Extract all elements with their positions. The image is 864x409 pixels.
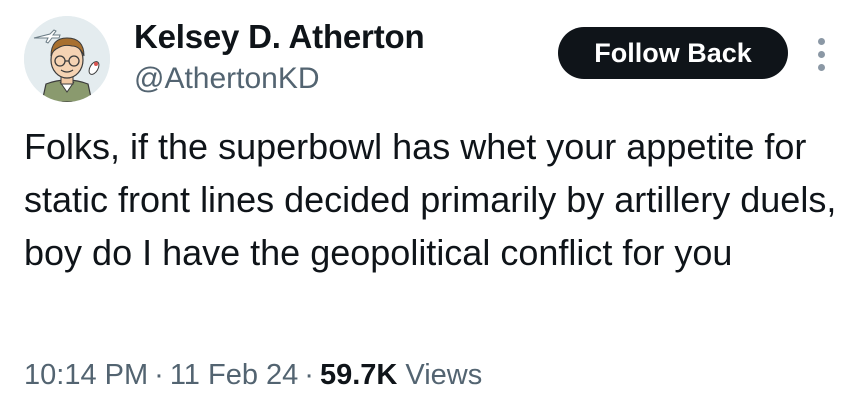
tweet-time[interactable]: 10:14 PM — [24, 359, 148, 391]
avatar-illustration — [24, 16, 110, 102]
follow-back-button[interactable]: Follow Back — [558, 27, 788, 79]
more-vertical-icon[interactable] — [810, 34, 834, 74]
tweet-card: Kelsey D. Atherton @AthertonKD Follow Ba… — [0, 0, 864, 409]
tweet-text: Folks, if the superbowl has whet your ap… — [24, 126, 837, 273]
avatar[interactable] — [24, 16, 110, 102]
separator-dot: · — [304, 359, 314, 391]
author-display-name[interactable]: Kelsey D. Atherton — [134, 17, 425, 57]
separator-dot: · — [154, 359, 164, 391]
author-handle[interactable]: @AthertonKD — [134, 61, 320, 97]
tweet-metadata: 10:14 PM · 11 Feb 24 · 59.7K Views — [24, 355, 482, 395]
views-label[interactable]: Views — [405, 359, 482, 391]
tweet-date[interactable]: 11 Feb 24 — [170, 359, 298, 391]
views-count[interactable]: 59.7K — [320, 359, 397, 391]
